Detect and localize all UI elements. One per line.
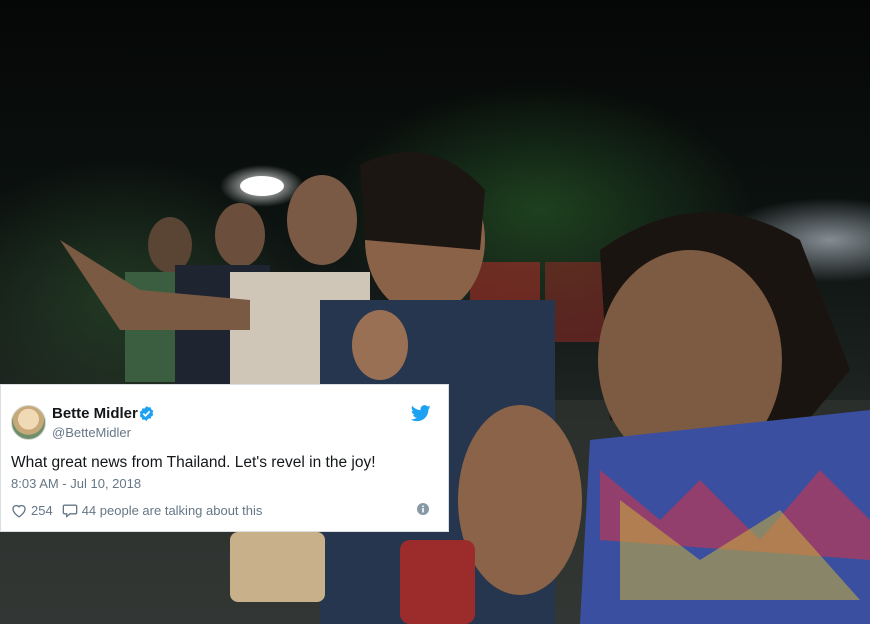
avatar[interactable] (11, 405, 46, 440)
heart-icon[interactable] (11, 503, 27, 518)
info-icon[interactable] (417, 503, 429, 515)
twitter-bird-icon[interactable] (411, 405, 431, 422)
speech-bubble-icon[interactable] (62, 503, 78, 518)
tweet-actions: 254 44 people are talking about this (11, 501, 271, 519)
tweet-display-name[interactable]: Bette Midler (52, 405, 138, 422)
talking-about-text[interactable]: 44 people are talking about this (82, 503, 263, 518)
like-count[interactable]: 254 (31, 503, 53, 518)
verified-badge-icon (139, 406, 154, 421)
embedded-tweet-card[interactable]: Bette Midler @BetteMidler What great new… (0, 384, 449, 532)
tweet-timestamp[interactable]: 8:03 AM - Jul 10, 2018 (11, 476, 141, 491)
tweet-text: What great news from Thailand. Let's rev… (11, 454, 376, 471)
tweet-handle[interactable]: @BetteMidler (52, 425, 131, 440)
